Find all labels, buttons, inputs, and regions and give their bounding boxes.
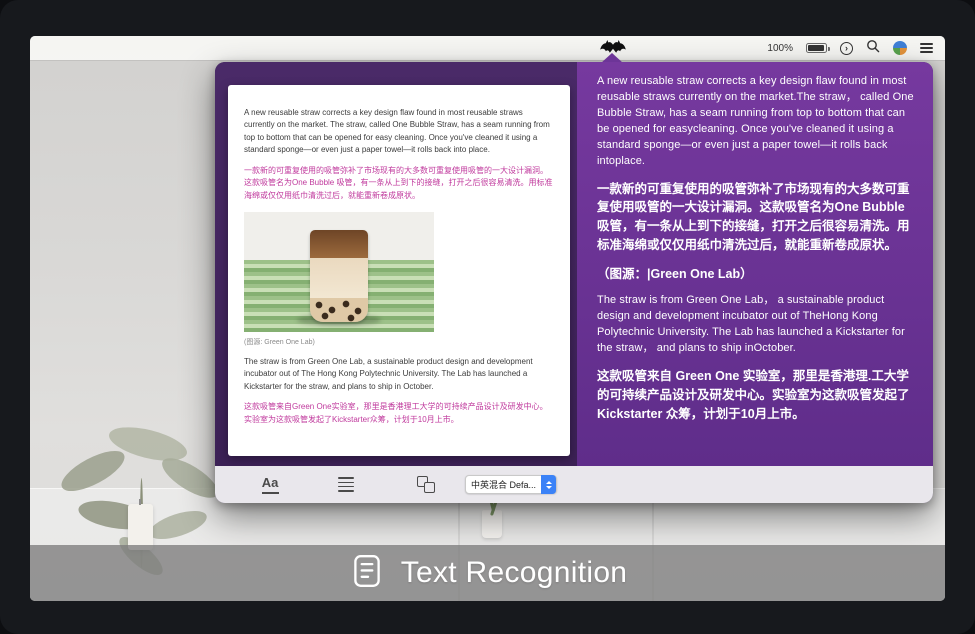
recognized-paragraph-english-2: The straw is from Green One Lab， a susta… <box>597 293 917 357</box>
menu-list-icon[interactable] <box>920 43 933 53</box>
candle-decoration <box>128 504 153 550</box>
doc-paragraph-english-2: The straw is from Green One Lab, a susta… <box>244 356 554 393</box>
document-preview: A new reusable straw corrects a key desi… <box>228 85 570 456</box>
font-size-button[interactable]: Aa <box>255 466 285 503</box>
popover-toolbar: Aa 中英混合 Defa... <box>215 466 933 503</box>
font-size-icon <box>262 492 279 494</box>
caption-bar: Text Recognition <box>30 545 945 601</box>
desktop: 100% › A new reusable straw corrects a k… <box>30 36 945 601</box>
circle-chevron-icon[interactable]: › <box>840 42 853 55</box>
menubar-status-icons: 100% › <box>767 36 933 60</box>
vase-decoration <box>482 510 502 538</box>
device-bezel: 100% › A new reusable straw corrects a k… <box>0 0 975 634</box>
dictionary-globe-icon[interactable] <box>893 41 907 55</box>
search-icon[interactable] <box>866 39 880 58</box>
language-select-value: 中英混合 Defa... <box>466 478 541 491</box>
recognized-photo-caption: （图源：|Green One Lab） <box>597 265 917 284</box>
recognized-paragraph-chinese-1: 一款新的可重复使用的吸管弥补了市场现有的大多数可重复使用吸管的一大设计漏洞。这款… <box>597 180 917 255</box>
language-select[interactable]: 中英混合 Defa... <box>465 475 557 494</box>
doc-paragraph-chinese-1: 一款新的可重复使用的吸管弥补了市场现有的大多数可重复使用吸管的一大设计漏洞。这款… <box>244 165 554 203</box>
bubble-tea-glass <box>310 230 368 322</box>
recognized-paragraph-chinese-2: 这款吸管来自 Green One 实验室，那里是香港理.工大学的可持续产品设计及… <box>597 367 917 423</box>
translate-pages-icon <box>417 476 435 493</box>
doc-paragraph-chinese-2: 这款吸管来自Green One实验室，那里是香港理工大学的可持续产品设计及研发中… <box>244 401 554 427</box>
font-size-label: Aa <box>262 475 279 490</box>
text-recognition-popover: A new reusable straw corrects a key desi… <box>215 62 933 503</box>
recognized-paragraph-english-1: A new reusable straw corrects a key desi… <box>597 74 917 170</box>
text-recognition-icon <box>348 552 386 595</box>
overlay-title: Text Recognition <box>401 556 628 590</box>
doc-paragraph-english-1: A new reusable straw corrects a key desi… <box>244 107 554 157</box>
battery-icon <box>806 43 827 53</box>
text-lines-icon <box>338 477 354 492</box>
bubble-tea-photo <box>244 212 434 332</box>
document-pane: A new reusable straw corrects a key desi… <box>215 62 577 466</box>
translate-button[interactable] <box>411 466 441 503</box>
menu-bar: 100% › <box>30 36 945 60</box>
recognized-text-pane[interactable]: A new reusable straw corrects a key desi… <box>577 62 933 466</box>
battery-percentage: 100% <box>767 43 793 54</box>
text-list-button[interactable] <box>331 466 361 503</box>
doc-photo-caption: (图源: Green One Lab) <box>244 337 554 347</box>
select-stepper-icon <box>541 475 556 494</box>
